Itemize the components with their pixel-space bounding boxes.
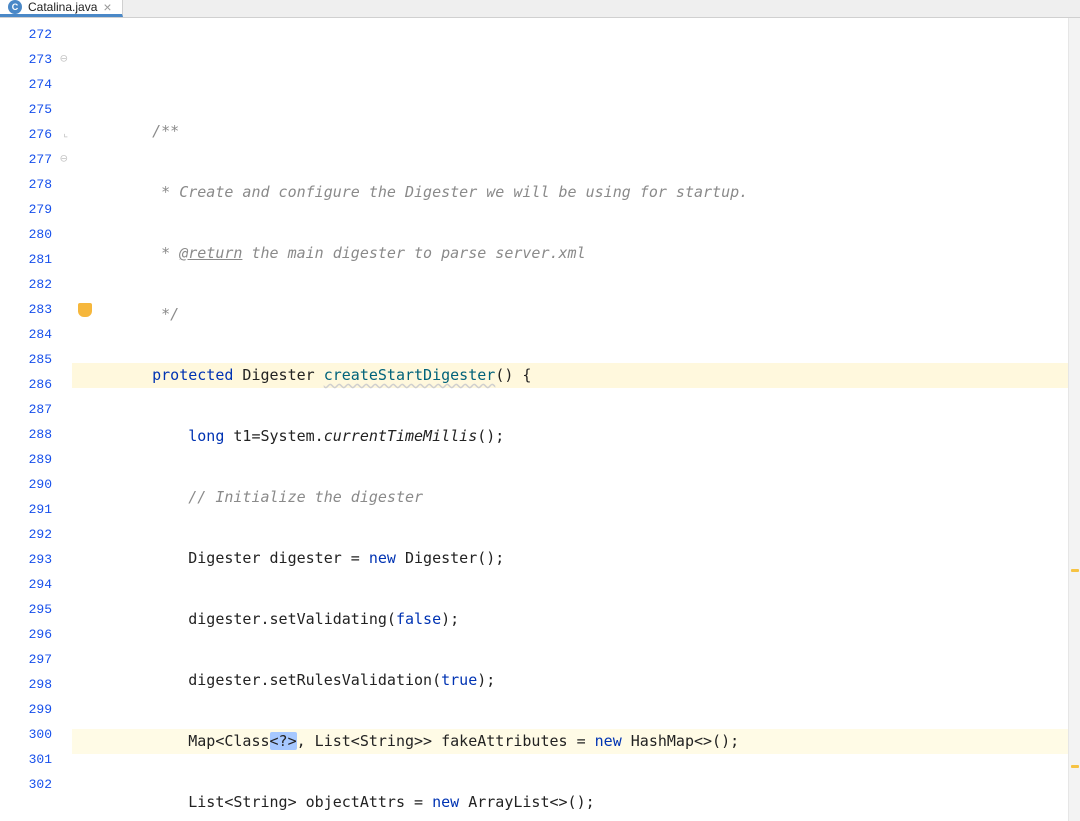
line-number: 297 xyxy=(0,647,72,672)
fold-open-icon[interactable]: ⊖ xyxy=(60,47,68,72)
code-area[interactable]: /** * Create and configure the Digester … xyxy=(72,18,1068,821)
file-tab-catalina[interactable]: C Catalina.java × xyxy=(0,0,123,17)
close-icon[interactable]: × xyxy=(103,0,111,14)
code-line[interactable]: long t1=System.currentTimeMillis(); xyxy=(72,424,1068,449)
line-number: 287 xyxy=(0,397,72,422)
line-number: 301 xyxy=(0,747,72,772)
line-number: 299 xyxy=(0,697,72,722)
code-line[interactable]: */ xyxy=(72,302,1068,327)
line-number: 298 xyxy=(0,672,72,697)
java-class-icon: C xyxy=(8,0,22,14)
code-line[interactable]: protected Digester createStartDigester()… xyxy=(72,363,1068,388)
line-number: 286 xyxy=(0,372,72,397)
text-selection: <?> xyxy=(270,732,297,750)
code-line[interactable] xyxy=(72,58,1068,83)
code-line[interactable]: * Create and configure the Digester we w… xyxy=(72,180,1068,205)
line-number: 293 xyxy=(0,547,72,572)
line-number: 285 xyxy=(0,347,72,372)
code-line[interactable]: digester.setRulesValidation(true); xyxy=(72,668,1068,693)
editor[interactable]: 272273⊖274275276⌞277⊖2782792802812822832… xyxy=(0,18,1080,821)
line-number: 292 xyxy=(0,522,72,547)
code-line[interactable]: * @return the main digester to parse ser… xyxy=(72,241,1068,266)
line-number: 273⊖ xyxy=(0,47,72,72)
line-number: 278 xyxy=(0,172,72,197)
tab-title: Catalina.java xyxy=(28,0,97,14)
line-number: 280 xyxy=(0,222,72,247)
tab-bar: C Catalina.java × xyxy=(0,0,1080,18)
line-number: 275 xyxy=(0,97,72,122)
code-line[interactable]: digester.setValidating(false); xyxy=(72,607,1068,632)
code-line-current[interactable]: Map<Class<?>, List<String>> fakeAttribut… xyxy=(72,729,1068,754)
code-line[interactable]: /** xyxy=(72,119,1068,144)
ide-window: C Catalina.java × 272273⊖274275276⌞277⊖2… xyxy=(0,0,1080,821)
line-number: 284 xyxy=(0,322,72,347)
line-number-gutter: 272273⊖274275276⌞277⊖2782792802812822832… xyxy=(0,18,72,821)
line-number: 282 xyxy=(0,272,72,297)
line-number: 290 xyxy=(0,472,72,497)
line-number: 283 xyxy=(0,297,72,322)
line-number: 295 xyxy=(0,597,72,622)
marker-strip[interactable] xyxy=(1068,18,1080,821)
code-line[interactable]: Digester digester = new Digester(); xyxy=(72,546,1068,571)
line-number: 289 xyxy=(0,447,72,472)
line-number: 272 xyxy=(0,22,72,47)
line-number: 276⌞ xyxy=(0,122,72,147)
line-number: 294 xyxy=(0,572,72,597)
line-number: 279 xyxy=(0,197,72,222)
fold-close-icon[interactable]: ⌞ xyxy=(63,122,68,147)
line-number: 274 xyxy=(0,72,72,97)
line-number: 296 xyxy=(0,622,72,647)
line-number: 302 xyxy=(0,772,72,797)
code-line[interactable]: List<String> objectAttrs = new ArrayList… xyxy=(72,790,1068,815)
line-number: 291 xyxy=(0,497,72,522)
line-number: 300 xyxy=(0,722,72,747)
line-number: 277⊖ xyxy=(0,147,72,172)
fold-method-icon[interactable]: ⊖ xyxy=(60,147,68,172)
line-number: 288 xyxy=(0,422,72,447)
code-line[interactable]: // Initialize the digester xyxy=(72,485,1068,510)
line-number: 281 xyxy=(0,247,72,272)
